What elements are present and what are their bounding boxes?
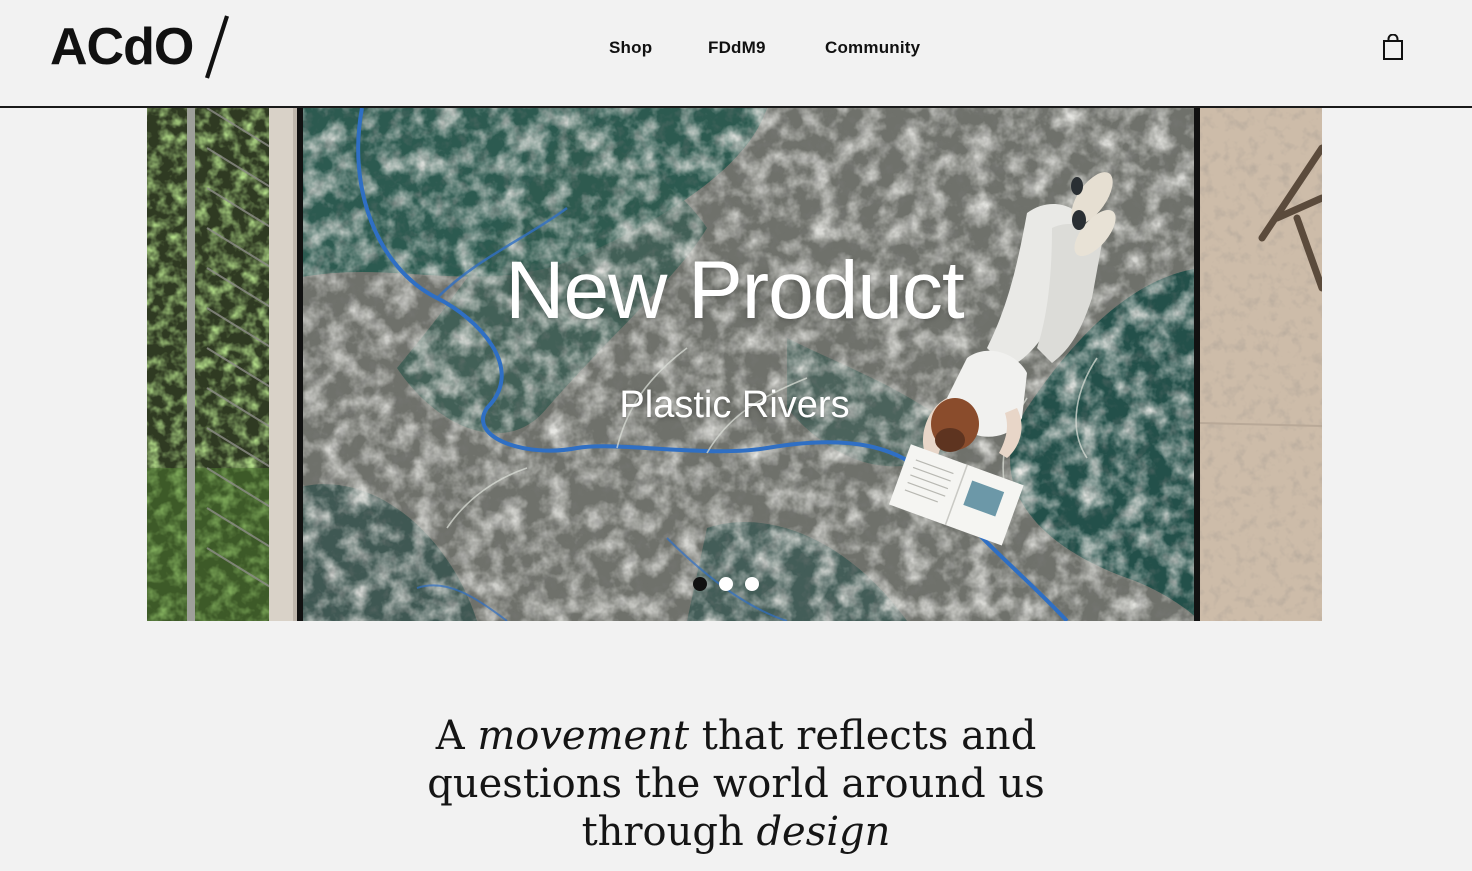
carousel-dots — [693, 577, 759, 591]
nav-fddm9[interactable]: FDdM9 — [708, 38, 766, 58]
nav-shop[interactable]: Shop — [609, 38, 652, 58]
tagline: A movement that reflects and questions t… — [386, 712, 1086, 856]
site-header: ACdO Shop FDdM9 Community — [0, 0, 1472, 108]
shopping-bag-icon[interactable] — [1380, 34, 1406, 62]
carousel-dot-2[interactable] — [719, 577, 733, 591]
tagline-emphasis-design: design — [756, 809, 891, 855]
nav-community[interactable]: Community — [825, 38, 920, 58]
carousel-dot-1[interactable] — [693, 577, 707, 591]
carousel-dot-3[interactable] — [745, 577, 759, 591]
tagline-part1: A — [435, 713, 478, 759]
tagline-emphasis-movement: movement — [477, 713, 690, 759]
hero-image — [147, 108, 1322, 621]
hero-subtitle[interactable]: Plastic Rivers — [147, 386, 1322, 424]
hero-carousel[interactable]: New Product Plastic Rivers — [147, 108, 1322, 621]
hero-title: New Product — [505, 245, 964, 336]
main-nav: Shop FDdM9 Community — [0, 38, 1472, 62]
